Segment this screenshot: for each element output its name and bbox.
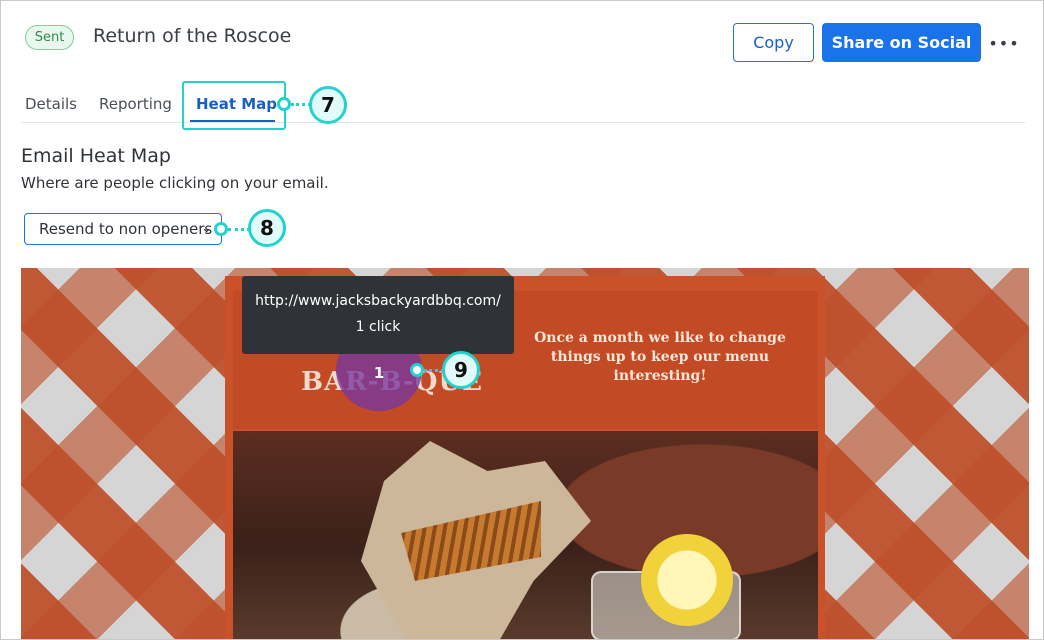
more-options-icon[interactable]: ••• (988, 31, 1018, 55)
callout-connector-hotspot (424, 369, 444, 372)
chevron-down-icon: ⌄ (201, 221, 212, 236)
callout-anchor-select (214, 222, 228, 236)
photo-lemon (641, 534, 733, 626)
select-value: Resend to non openers (39, 220, 213, 238)
tab-reporting[interactable]: Reporting (99, 95, 172, 113)
app-window: Sent Return of the Roscoe Copy Share on … (0, 0, 1044, 640)
tooltip-clicks: 1 click (355, 319, 401, 335)
tab-highlight-box (182, 81, 286, 130)
hotspot-tooltip: http://www.jacksbackyardbbq.com/ 1 click (242, 276, 514, 354)
list-select[interactable]: Resend to non openers ⌄ (24, 213, 222, 245)
callout-connector-tab (291, 103, 311, 106)
callout-number-select: 8 (248, 209, 286, 247)
tab-details[interactable]: Details (25, 95, 77, 113)
callout-anchor-hotspot (410, 363, 424, 377)
section-subtitle: Where are people clicking on your email. (21, 174, 329, 192)
status-badge: Sent (25, 25, 74, 50)
tooltip-url: http://www.jacksbackyardbbq.com/ (255, 293, 501, 309)
email-tagline: Once a month we like to change things up… (534, 330, 786, 384)
copy-button[interactable]: Copy (733, 23, 814, 62)
hotspot-count: 1 (373, 364, 385, 382)
callout-number-tab: 7 (309, 86, 347, 124)
campaign-title: Return of the Roscoe (93, 25, 292, 47)
share-on-social-button[interactable]: Share on Social (822, 23, 981, 62)
callout-number-hotspot: 9 (442, 351, 480, 389)
tabs-divider (21, 122, 1025, 123)
callout-connector-select (228, 228, 250, 231)
section-title: Email Heat Map (21, 145, 171, 167)
callout-anchor-tab (277, 97, 291, 111)
